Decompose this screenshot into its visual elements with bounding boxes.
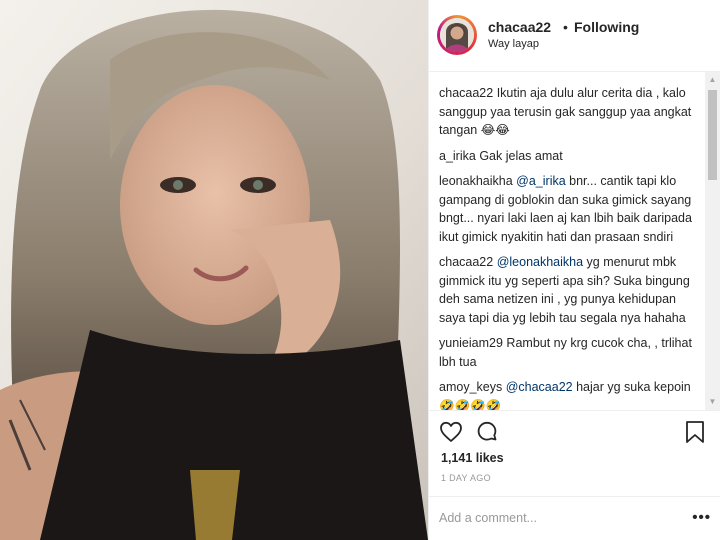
instagram-post: chacaa22 • Following Way layap chacaa22 … [0, 0, 720, 540]
comment-username[interactable]: chacaa22 [439, 86, 493, 100]
scroll-up-arrow-icon[interactable]: ▲ [705, 72, 720, 88]
heart-icon[interactable] [439, 420, 463, 449]
post-location[interactable]: Way layap [488, 38, 539, 50]
comment-item: chacaa22 @leonakhaikha yg menurut mbk gi… [439, 253, 705, 327]
comment-text: Gak jelas amat [479, 148, 563, 163]
comment-item: yunieiam29 Rambut ny krg cucok cha, , tr… [439, 334, 705, 371]
more-options-icon[interactable]: ••• [692, 509, 711, 526]
comment-mention[interactable]: @chacaa22 [506, 380, 573, 394]
comment-mention[interactable]: @a_irika [516, 174, 566, 188]
post-timestamp: 1 DAY AGO [441, 473, 491, 483]
comment-mention[interactable]: @leonakhaikha [497, 255, 583, 269]
comment-username[interactable]: amoy_keys [439, 380, 502, 394]
post-header: chacaa22 • Following Way layap [429, 0, 720, 72]
likes-count[interactable]: 1,141 likes [441, 451, 504, 465]
comment-item: amoy_keys @chacaa22 hajar yg suka kepoin… [439, 378, 705, 410]
comment-item: a_irika Gak jelas amat [439, 147, 705, 166]
comment-item: chacaa22 Ikutin aja dulu alur cerita dia… [439, 84, 705, 140]
comment-username[interactable]: leonakhaikha [439, 174, 513, 188]
comment-username[interactable]: yunieiam29 [439, 336, 503, 350]
scroll-thumb[interactable] [708, 90, 717, 180]
comment-item: leonakhaikha @a_irika bnr... cantik tapi… [439, 172, 705, 246]
post-username[interactable]: chacaa22 [488, 19, 551, 35]
comment-username[interactable]: chacaa22 [439, 255, 493, 269]
scroll-down-arrow-icon[interactable]: ▼ [705, 394, 720, 410]
comment-icon[interactable] [475, 420, 499, 449]
comments-list[interactable]: chacaa22 Ikutin aja dulu alur cerita dia… [429, 72, 705, 410]
comment-username[interactable]: a_irika [439, 149, 476, 163]
comments-scrollbar[interactable]: ▲ ▼ [705, 72, 720, 410]
avatar[interactable] [437, 15, 477, 55]
post-sidebar: chacaa22 • Following Way layap chacaa22 … [428, 0, 720, 540]
add-comment-input[interactable] [439, 507, 679, 529]
bookmark-icon[interactable] [685, 420, 705, 449]
separator-dot: • [563, 19, 568, 35]
action-bar [429, 410, 720, 454]
avatar-image [440, 18, 474, 52]
following-button[interactable]: Following [574, 19, 639, 35]
post-photo[interactable] [0, 0, 428, 540]
add-comment-bar: ••• [429, 496, 720, 540]
